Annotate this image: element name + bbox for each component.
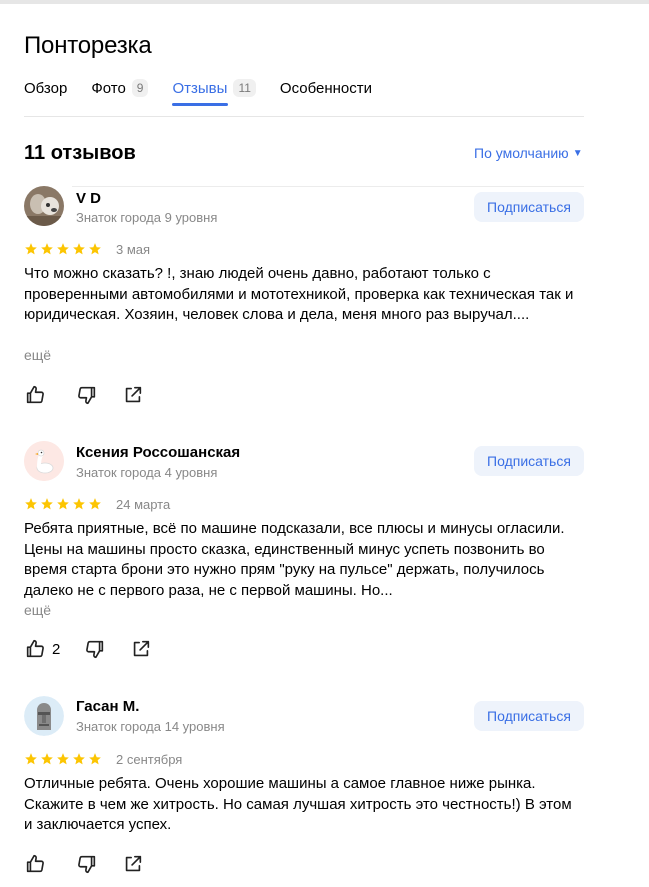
review-date: 2 сентября xyxy=(116,752,183,767)
star-icon xyxy=(73,498,85,510)
sort-dropdown[interactable]: По умолчанию ▼ xyxy=(474,145,583,161)
review-actions xyxy=(24,384,168,406)
star-icon xyxy=(57,243,69,255)
review-date: 3 мая xyxy=(116,242,151,257)
tab-bar: Обзор Фото 9 Отзывы 11 Особенности xyxy=(24,76,396,106)
share-icon xyxy=(125,855,142,872)
like-button[interactable] xyxy=(24,853,52,875)
star-icon xyxy=(57,498,69,510)
star-icon xyxy=(89,243,101,255)
review-text: Что можно сказать? !, знаю людей очень д… xyxy=(24,265,574,323)
star-icon xyxy=(41,753,53,765)
review-text: Отличные ребята. Очень хорошие машины а … xyxy=(24,775,572,833)
tab-overview[interactable]: Обзор xyxy=(24,76,67,100)
subscribe-button[interactable]: Подписаться xyxy=(474,446,584,476)
share-button[interactable] xyxy=(122,384,144,406)
share-icon xyxy=(134,640,150,657)
avatar xyxy=(24,696,64,736)
review-card: Ксения Россошанская Знаток города 4 уров… xyxy=(24,441,584,671)
thumbs-down-icon xyxy=(78,386,96,405)
star-icon xyxy=(25,753,37,765)
subscribe-button[interactable]: Подписаться xyxy=(474,192,584,222)
review-author[interactable]: V D xyxy=(76,190,101,207)
star-icon xyxy=(41,243,53,255)
share-icon xyxy=(125,386,142,403)
tab-count-badge: 11 xyxy=(233,79,256,97)
review-text: Ребята приятные, всё по машине подсказал… xyxy=(24,520,565,599)
star-icon xyxy=(25,243,37,255)
star-icon xyxy=(25,498,37,510)
rating-stars xyxy=(24,242,102,256)
show-more-link[interactable]: ещё xyxy=(24,347,51,363)
tab-reviews[interactable]: Отзывы 11 xyxy=(172,76,256,106)
dislike-button[interactable] xyxy=(76,853,98,875)
sort-label: По умолчанию xyxy=(474,145,569,161)
review-card: Гасан М. Знаток города 14 уровня Подписа… xyxy=(24,696,584,886)
star-icon xyxy=(89,753,101,765)
star-icon xyxy=(73,243,85,255)
tabs-divider xyxy=(24,116,584,117)
tab-label: Особенности xyxy=(279,79,373,97)
like-count: 2 xyxy=(52,640,61,658)
subscribe-button[interactable]: Подписаться xyxy=(474,701,584,731)
star-icon xyxy=(89,498,101,510)
share-button[interactable] xyxy=(122,853,144,875)
dislike-button[interactable] xyxy=(76,384,98,406)
rating-stars xyxy=(24,752,102,766)
author-level: Знаток города 9 уровня xyxy=(76,210,218,225)
avatar xyxy=(24,441,64,481)
tab-label: Фото xyxy=(91,79,126,97)
review-author[interactable]: Гасан М. xyxy=(76,698,139,715)
like-button[interactable]: 2 xyxy=(24,638,60,660)
review-date: 24 марта xyxy=(116,497,171,512)
author-level: Знаток города 14 уровня xyxy=(76,719,225,734)
author-level: Знаток города 4 уровня xyxy=(76,465,218,480)
thumbs-down-icon xyxy=(78,855,96,874)
review-actions: 2 xyxy=(24,638,176,660)
user-photo-icon xyxy=(24,186,64,226)
tab-count-badge: 9 xyxy=(131,79,149,97)
thumbs-up-icon xyxy=(26,854,44,873)
share-button[interactable] xyxy=(130,638,152,660)
tab-label: Обзор xyxy=(24,79,68,97)
dislike-button[interactable] xyxy=(84,638,106,660)
goose-avatar-icon xyxy=(24,441,64,481)
thumbs-up-icon xyxy=(26,385,44,404)
page-title: Понторезка xyxy=(24,32,152,59)
review-card: V D Знаток города 9 уровня Подписаться 3… xyxy=(24,186,584,416)
tab-photos[interactable]: Фото 9 xyxy=(91,76,149,100)
reviews-count-title: 11 отзывов xyxy=(24,142,136,164)
thumbs-up-icon xyxy=(26,639,44,658)
like-button[interactable] xyxy=(24,384,52,406)
tab-features[interactable]: Особенности xyxy=(280,76,372,100)
show-more-link[interactable]: ещё xyxy=(24,602,51,618)
tab-label: Отзывы xyxy=(172,79,228,97)
caret-down-icon: ▼ xyxy=(572,147,583,159)
star-icon xyxy=(41,498,53,510)
top-border xyxy=(0,0,649,4)
star-icon xyxy=(57,753,69,765)
moai-avatar-icon xyxy=(24,696,64,736)
rating-stars xyxy=(24,497,102,511)
review-author[interactable]: Ксения Россошанская xyxy=(76,444,240,461)
star-icon xyxy=(73,753,85,765)
thumbs-down-icon xyxy=(86,640,104,659)
review-actions xyxy=(24,853,168,875)
avatar xyxy=(24,186,64,226)
